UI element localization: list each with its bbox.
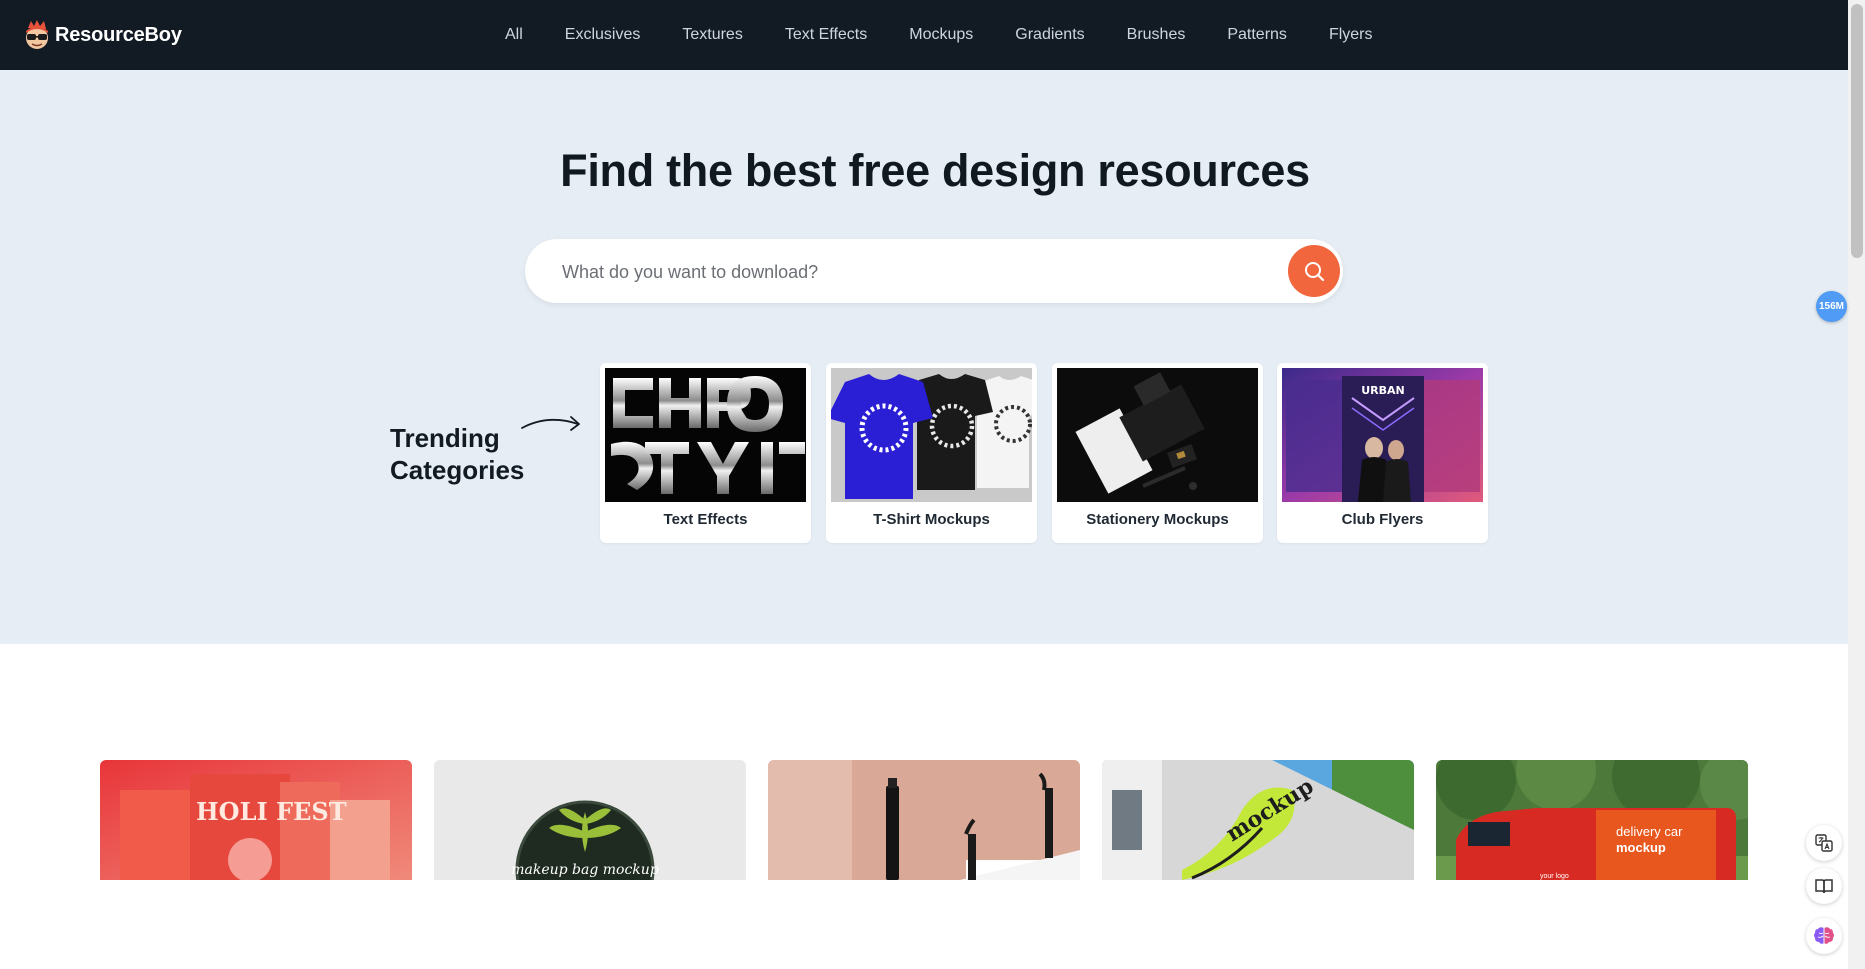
search-button[interactable] <box>1288 245 1340 297</box>
text-effects-thumbnail <box>605 368 806 502</box>
nav-exclusives[interactable]: Exclusives <box>565 26 641 44</box>
stationery-mockups-thumbnail <box>1057 368 1258 502</box>
flag-mockup-thumbnail: mockup <box>1102 760 1414 880</box>
holi-fest-thumbnail: HOLI FEST <box>100 760 412 880</box>
reader-mode-button[interactable] <box>1806 868 1842 904</box>
delivery-car-thumbnail: delivery car mockup your logo <box>1436 760 1748 880</box>
resource-card-delivery-car[interactable]: delivery car mockup your logo <box>1436 760 1748 880</box>
open-book-icon <box>1815 879 1833 894</box>
nav-text-effects[interactable]: Text Effects <box>785 26 867 44</box>
trending-line-1: Trending <box>390 423 500 453</box>
category-label: Club Flyers <box>1341 511 1424 528</box>
trending-heading: Trending Categories <box>390 422 524 486</box>
category-card-club-flyers[interactable]: URBAN Club Flyers <box>1277 363 1488 543</box>
nav-all[interactable]: All <box>505 26 523 44</box>
nav-flyers[interactable]: Flyers <box>1329 26 1373 44</box>
search-bar <box>525 239 1343 305</box>
club-flyers-thumbnail: URBAN <box>1282 368 1483 502</box>
tshirt-mockups-thumbnail <box>831 368 1032 502</box>
club-flyer-art: URBAN <box>1282 368 1483 502</box>
brand-logo[interactable]: ResourceBoy <box>24 19 182 51</box>
resource-card-mascara[interactable] <box>768 760 1080 880</box>
memory-badge[interactable]: 156M <box>1816 291 1847 322</box>
mascot-logo-icon <box>26 20 48 49</box>
category-label: Stationery Mockups <box>1086 511 1229 528</box>
top-navbar: ResourceBoy All Exclusives Textures Text… <box>0 0 1848 70</box>
brand-name: ResourceBoy <box>55 23 182 46</box>
nav-gradients[interactable]: Gradients <box>1015 26 1084 44</box>
delivery-car-subtitle: mockup <box>1616 840 1666 855</box>
brain-icon <box>1814 927 1834 944</box>
resource-card-holi-fest[interactable]: HOLI FEST <box>100 760 412 880</box>
hero-section: Find the best free design resources Tren… <box>0 70 1848 644</box>
nav-brushes[interactable]: Brushes <box>1127 26 1186 44</box>
delivery-car-title: delivery car <box>1616 824 1683 839</box>
mascara-thumbnail <box>768 760 1080 880</box>
holi-fest-text: HOLI FEST <box>196 797 347 826</box>
main-nav: All Exclusives Textures Text Effects Moc… <box>505 0 1415 70</box>
hero-headline: Find the best free design resources <box>560 145 1310 196</box>
translate-button[interactable] <box>1806 825 1842 861</box>
nav-textures[interactable]: Textures <box>682 26 742 44</box>
tshirt-mockup-art <box>831 368 1032 502</box>
makeup-bag-text: makeup bag mockup <box>511 862 659 878</box>
ai-assistant-button[interactable] <box>1806 918 1842 954</box>
flyer-title: URBAN <box>1361 384 1405 397</box>
category-label: Text Effects <box>663 511 748 528</box>
search-icon <box>1305 262 1325 282</box>
stationery-mockup-art <box>1057 368 1258 502</box>
category-card-tshirt-mockups[interactable]: T-Shirt Mockups <box>826 363 1037 543</box>
makeup-bag-thumbnail: makeup bag mockup <box>434 760 746 880</box>
resource-card-makeup-bag[interactable]: makeup bag mockup <box>434 760 746 880</box>
resource-card-flag-mockup[interactable]: mockup <box>1102 760 1414 880</box>
category-card-text-effects[interactable]: Text Effects <box>600 363 811 543</box>
chrome-text-art <box>605 368 806 502</box>
curved-arrow-icon <box>521 416 580 431</box>
scrollbar-thumb[interactable] <box>1851 4 1863 258</box>
trending-line-2: Categories <box>390 455 525 485</box>
category-label: T-Shirt Mockups <box>873 511 990 528</box>
nav-patterns[interactable]: Patterns <box>1227 26 1287 44</box>
nav-mockups[interactable]: Mockups <box>909 26 973 44</box>
search-input[interactable] <box>560 239 1244 305</box>
delivery-car-logo-text: your logo <box>1540 873 1569 880</box>
translate-icon <box>1815 834 1833 852</box>
category-card-stationery-mockups[interactable]: Stationery Mockups <box>1052 363 1263 543</box>
